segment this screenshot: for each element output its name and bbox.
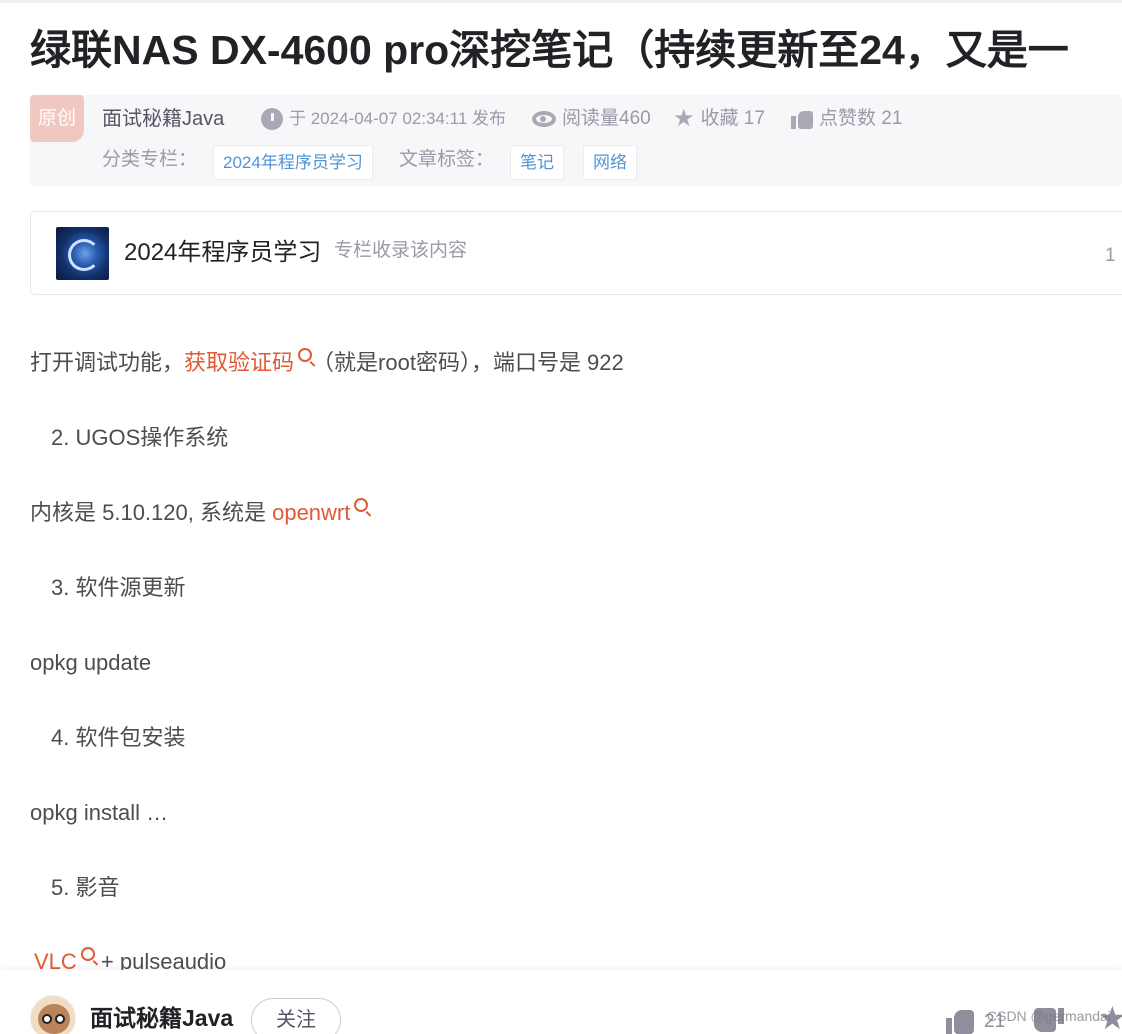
thumbs-up-icon[interactable] xyxy=(946,1008,974,1034)
favorite-count[interactable]: ★ 收藏 17 xyxy=(673,106,765,132)
original-badge: 原创 xyxy=(30,95,84,142)
star-icon: ★ xyxy=(673,105,695,132)
code-line: opkg install … xyxy=(30,800,169,825)
clock-icon xyxy=(261,108,283,130)
list-item-heading: 2. UGOS操作系统 xyxy=(51,425,229,450)
list-item-heading: 3. 软件源更新 xyxy=(51,575,186,600)
list-item-heading: 4. 软件包安装 xyxy=(51,725,186,750)
watermark: CSDN @germandai xyxy=(987,1008,1111,1024)
follow-button[interactable]: 关注 xyxy=(251,998,341,1034)
bottom-author-name[interactable]: 面试秘籍Java xyxy=(90,1004,233,1032)
search-icon[interactable] xyxy=(80,947,95,961)
paragraph-debug: 打开调试功能，获取验证码 （就是root密码），端口号是 922 xyxy=(30,348,624,378)
bottom-toolbar: 面试秘籍Java 关注 21 ★ CSDN @germandai xyxy=(0,970,1122,1034)
category-tag[interactable]: 2024年程序员学习 xyxy=(213,145,373,180)
eye-left xyxy=(42,1014,52,1024)
column-description: 专栏收录该内容 xyxy=(334,240,468,261)
publish-date-text: 于 2024-04-07 02:34:11 发布 xyxy=(289,109,507,128)
column-thumbnail xyxy=(56,227,109,280)
tag-notes[interactable]: 笔记 xyxy=(510,145,564,180)
keyword-link[interactable]: openwrt xyxy=(272,500,350,525)
tags-label: 文章标签： xyxy=(399,149,495,170)
author-link[interactable]: 面试秘籍Java xyxy=(102,106,224,132)
paragraph-text: 打开调试功能， xyxy=(30,350,185,375)
view-count-text: 阅读量460 xyxy=(562,108,651,129)
author-avatar[interactable] xyxy=(30,995,76,1034)
paragraph-kernel: 内核是 5.10.120, 系统是 openwrt xyxy=(30,498,369,528)
paragraph-text: （就是root密码），端口号是 922 xyxy=(312,350,624,375)
thumbs-up-icon xyxy=(791,108,813,130)
like-count[interactable]: 点赞数 21 xyxy=(791,106,902,132)
column-name[interactable]: 2024年程序员学习 xyxy=(124,238,321,268)
article-meta: 原创 面试秘籍Java 于 2024-04-07 02:34:11 发布 阅读量… xyxy=(30,95,1122,186)
top-divider xyxy=(0,0,1122,3)
eye-icon xyxy=(532,111,556,127)
keyword-link[interactable]: 获取验证码 xyxy=(184,350,294,375)
search-icon[interactable] xyxy=(354,498,369,512)
list-item-heading: 5. 影音 xyxy=(51,875,120,900)
publish-date: 于 2024-04-07 02:34:11 发布 xyxy=(261,106,506,132)
search-icon[interactable] xyxy=(298,348,313,362)
article-title: 绿联NAS DX-4600 pro深挖笔记（持续更新至24，又是一 xyxy=(30,27,1069,73)
eye-right xyxy=(55,1014,65,1024)
column-count: 1 xyxy=(1105,245,1116,266)
view-count: 阅读量460 xyxy=(532,106,651,132)
like-count-text: 点赞数 21 xyxy=(819,108,903,129)
column-card[interactable]: 2024年程序员学习 专栏收录该内容 1 xyxy=(30,211,1122,295)
category-label: 分类专栏： xyxy=(102,149,198,170)
tag-network[interactable]: 网络 xyxy=(583,145,637,180)
favorite-count-text: 收藏 17 xyxy=(700,108,765,129)
paragraph-text: 内核是 5.10.120, 系统是 xyxy=(30,500,273,525)
code-line: opkg update xyxy=(30,650,152,675)
